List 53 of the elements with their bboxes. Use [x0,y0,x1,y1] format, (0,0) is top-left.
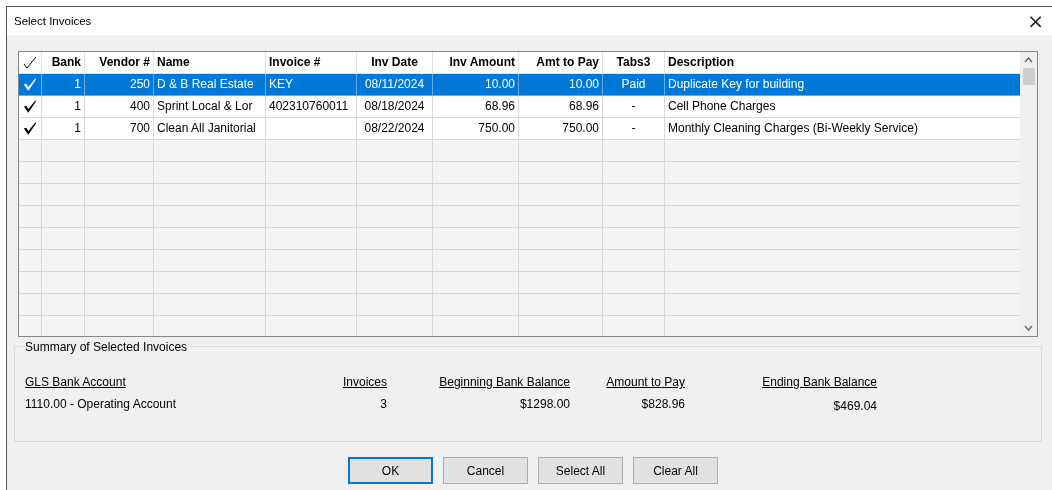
close-button[interactable]: × [1019,10,1052,32]
scrollbar[interactable] [1020,52,1037,336]
summary-value: $469.04 [833,399,877,413]
table-cell-text: 1 [74,98,81,115]
table-cell-text: 10.00 [484,76,515,93]
table-cell-text: 10.00 [568,76,599,93]
table-cell-text: 750.00 [562,120,599,137]
table-cell-text: Paid [621,76,646,93]
dialog-button[interactable]: Cancel [443,457,528,484]
table-cell-text: - [631,120,636,137]
dialog-button[interactable]: Select All [538,457,623,484]
summary-value: $1298.00 [519,397,570,411]
checkmark-icon[interactable] [23,100,37,113]
summary-value: 1110.00 - Operating Account [25,397,176,411]
table-cell-text: 250 [129,76,150,93]
summary-heading: GLS Bank Account [25,375,126,389]
table-cell-text: KEY [269,76,293,93]
table-cell-text: Clean All Janitorial [157,120,256,137]
summary-heading: Beginning Bank Balance [439,375,570,389]
scroll-up-icon[interactable] [1024,57,1033,63]
summary-value: $828.96 [641,397,685,411]
table-cell-text: 08/11/2024 [364,76,425,93]
table-cell-text: Cell Phone Charges [668,98,776,115]
scroll-down-icon[interactable] [1024,325,1033,331]
table-cell-text: 68.96 [484,98,515,115]
checkmark-icon[interactable] [23,78,37,91]
scroll-thumb[interactable] [1022,68,1035,85]
table-cell-text: 08/18/2024 [364,98,425,115]
table-cell-text: - [631,98,636,115]
summary-heading: Invoices [342,375,387,389]
table-cell-text: Duplicate Key for building [668,76,805,93]
summary-heading: Ending Bank Balance [762,375,877,389]
table-row[interactable]: 1 250 D & B Real Estate KEY 08/11/2024 10.00 10.00 Paid Duplicate Key for building [19,74,1021,96]
table-row[interactable]: 1 400 Sprint Local & Lor 402310760011 08/18/2024 68.96 68.96 - Cell Phone Charges [19,96,1021,118]
dialog-button[interactable]: OK [348,457,433,484]
table-cell-text: 08/22/2024 [364,120,425,137]
table-cell-text: 700 [129,120,150,137]
table-cell-text: Sprint Local & Lor [157,98,253,115]
table-cell-text: 68.96 [568,98,599,115]
table-cell-text: D & B Real Estate [157,76,254,93]
table-cell-text: 750.00 [478,120,515,137]
summary-value: 3 [380,397,387,411]
summary-title: Summary of Selected Invoices [23,340,190,354]
table-cell-text: 400 [129,98,150,115]
checkmark-icon [23,56,37,69]
dialog-button[interactable]: Clear All [633,457,718,484]
table-cell-text: 1 [74,120,81,137]
window-title: Select Invoices [14,15,92,27]
checkmark-icon[interactable] [23,122,37,135]
table-cell-text: Monthly Cleaning Charges (Bi-Weekly Service) [668,120,918,137]
table-cell-text: 402310760011 [269,98,349,115]
table-cell-text: 1 [74,76,81,93]
summary-heading: Amount to Pay [606,375,685,389]
